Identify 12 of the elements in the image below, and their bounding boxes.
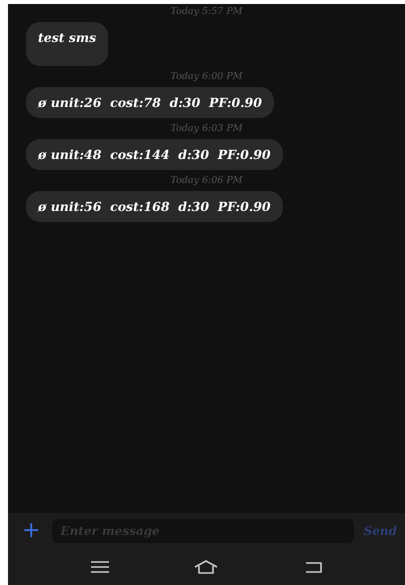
message-bubble: ø unit:48 cost:144 d:30 PF:0.90 (26, 139, 283, 170)
timestamp: Today 6:06 PM (170, 174, 242, 188)
message-bubble: test sms (26, 22, 108, 66)
message-bubble: ø unit:56 cost:168 d:30 PF:0.90 (26, 191, 283, 222)
timestamp: Today 5:57 PM (170, 5, 242, 19)
add-button[interactable]: + (20, 520, 42, 542)
timestamp: Today 6:03 PM (170, 122, 242, 136)
back-icon[interactable] (303, 560, 324, 574)
timestamp: Today 6:00 PM (170, 70, 242, 84)
menu-icon[interactable] (90, 560, 110, 574)
home-icon[interactable] (193, 559, 220, 575)
message-bubble: ø unit:26 cost:78 d:30 PF:0.90 (26, 87, 274, 118)
